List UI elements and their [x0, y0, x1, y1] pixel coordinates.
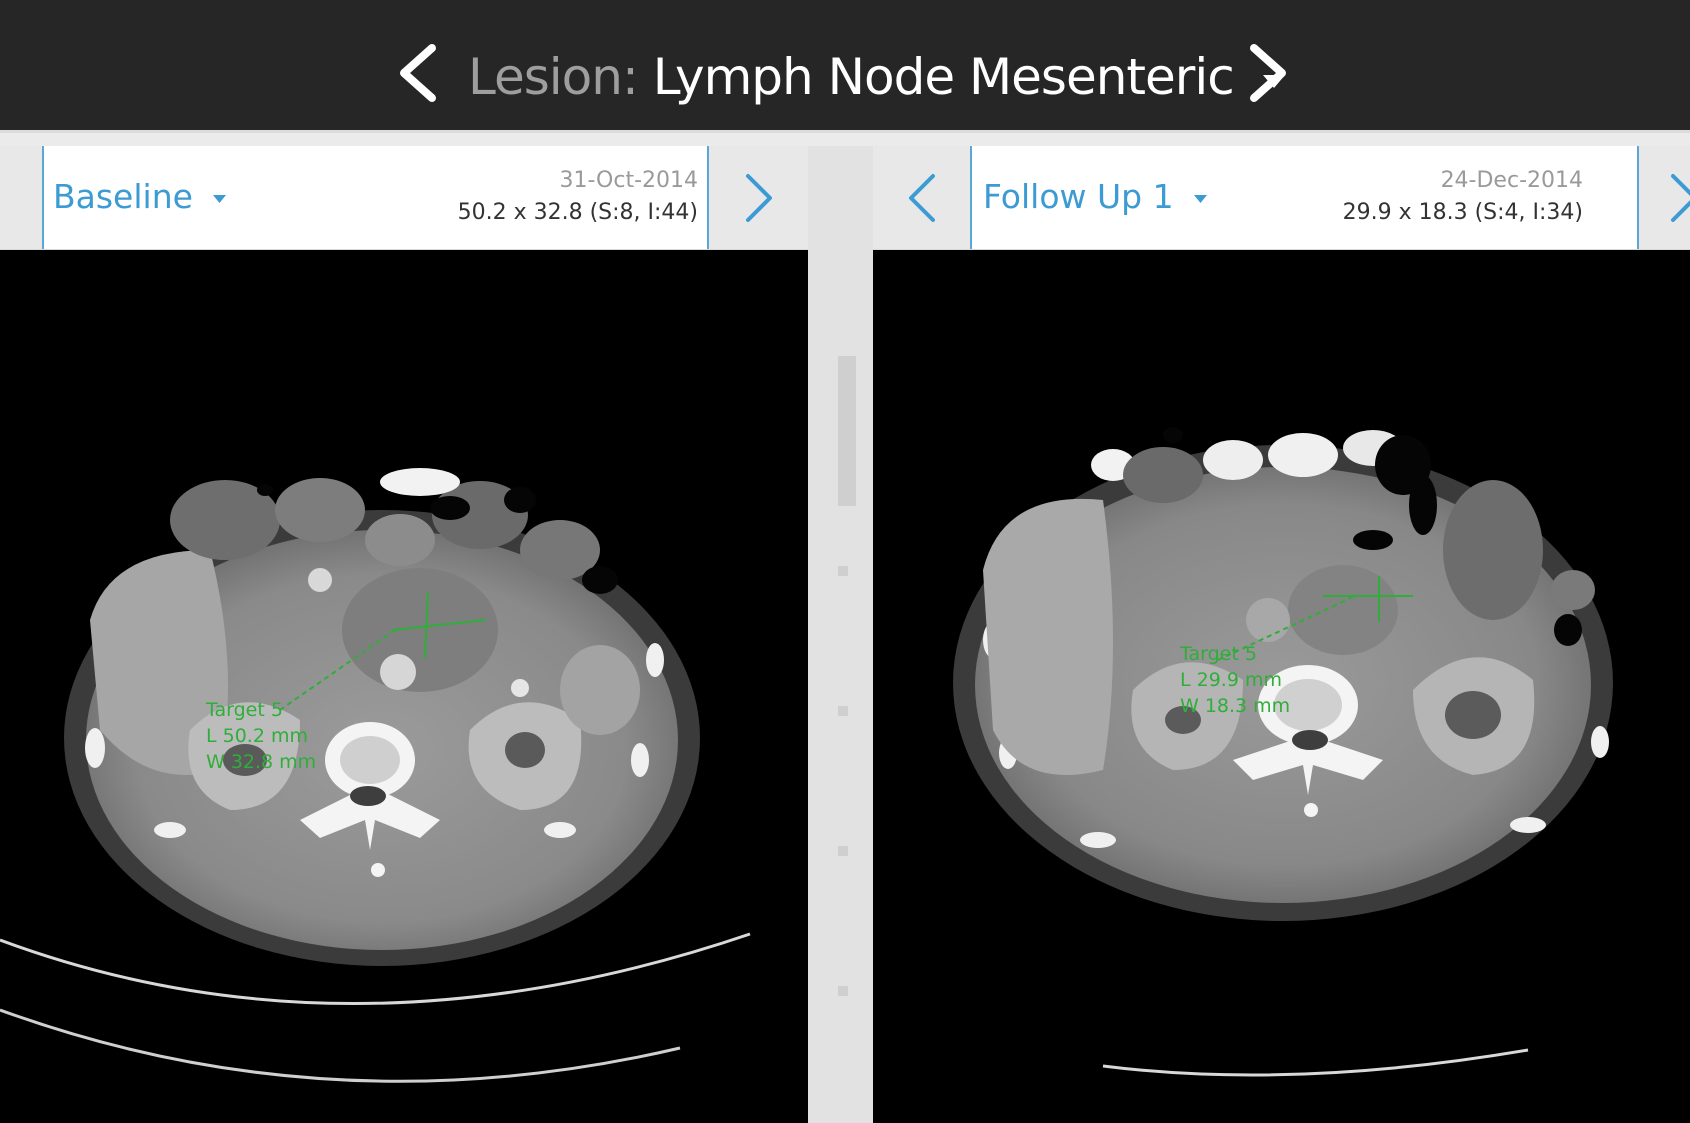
- lesion-name: Lymph Node Mesenteric: [652, 48, 1235, 106]
- header-divider: [42, 146, 44, 249]
- measurement-annotation-line: W 18.3 mm: [1180, 695, 1290, 717]
- timepoint-header-followup: Follow Up 1 24-Dec-2014 29.9 x 18.3 (S:4…: [873, 146, 1690, 250]
- chevron-left-icon: [400, 44, 436, 102]
- chevron-left-icon: [909, 174, 935, 222]
- background-ghost-dot: [838, 706, 848, 716]
- previous-lesion-button[interactable]: [392, 40, 444, 106]
- lesion-measurement: 29.9 x 18.3 (S:4, I:34): [1342, 200, 1583, 225]
- header-gutter: [0, 146, 42, 249]
- lesion-selector[interactable]: Lesion: Lymph Node Mesenteric: [468, 44, 1287, 110]
- lesion-prefix-label: Lesion:: [468, 48, 639, 106]
- measurement-annotation-line: Target 5: [205, 699, 283, 721]
- background-ghost-block: [838, 356, 856, 506]
- caret-down-icon: [213, 194, 227, 203]
- timepoint-header-baseline: Baseline 31-Oct-2014 50.2 x 32.8 (S:8, I…: [0, 146, 808, 250]
- next-timepoint-button[interactable]: [1661, 166, 1690, 230]
- caret-down-icon: [1194, 194, 1208, 203]
- measurement-annotation-line: Target 5: [1179, 643, 1257, 665]
- chevron-right-icon: [1671, 174, 1690, 222]
- measurement-annotation-line: W 32.8 mm: [206, 751, 316, 773]
- next-timepoint-button[interactable]: [736, 166, 780, 230]
- measurement-annotation-line: L 50.2 mm: [206, 725, 308, 747]
- ct-scan-image: Target 5 L 29.9 mm W 18.3 mm: [953, 427, 1613, 1077]
- timepoint-label: Baseline: [53, 177, 193, 216]
- measurement-annotation-line: L 29.9 mm: [1180, 669, 1282, 691]
- lesion-measurement: 50.2 x 32.8 (S:8, I:44): [457, 200, 698, 225]
- lesion-navigation-bar: Lesion: Lymph Node Mesenteric: [0, 0, 1690, 133]
- ct-image-viewport-followup[interactable]: Target 5 L 29.9 mm W 18.3 mm: [873, 250, 1690, 1123]
- chevron-right-icon: [746, 174, 772, 222]
- followup-image-panel: Follow Up 1 24-Dec-2014 29.9 x 18.3 (S:4…: [873, 146, 1690, 1123]
- next-lesion-button[interactable]: [1242, 40, 1294, 106]
- background-ghost-dot: [838, 566, 848, 576]
- background-ghost-dot: [838, 846, 848, 856]
- timepoint-date: 24-Dec-2014: [1440, 168, 1583, 193]
- ct-scan-image: Target 5 L 50.2 mm W 32.8 mm: [0, 468, 751, 1083]
- timepoint-select-baseline[interactable]: Baseline: [53, 174, 227, 220]
- baseline-image-panel: Baseline 31-Oct-2014 50.2 x 32.8 (S:8, I…: [0, 146, 808, 1123]
- ct-image-viewport-baseline[interactable]: Target 5 L 50.2 mm W 32.8 mm: [0, 250, 808, 1123]
- background-ghost-dot: [838, 986, 848, 996]
- chevron-right-icon: [1250, 44, 1286, 102]
- timepoint-select-followup[interactable]: Follow Up 1: [983, 174, 1208, 220]
- header-divider: [970, 146, 972, 249]
- background-app-area: [808, 146, 873, 1123]
- timepoint-date: 31-Oct-2014: [559, 168, 698, 193]
- timepoint-label: Follow Up 1: [983, 177, 1174, 216]
- previous-timepoint-button[interactable]: [901, 166, 945, 230]
